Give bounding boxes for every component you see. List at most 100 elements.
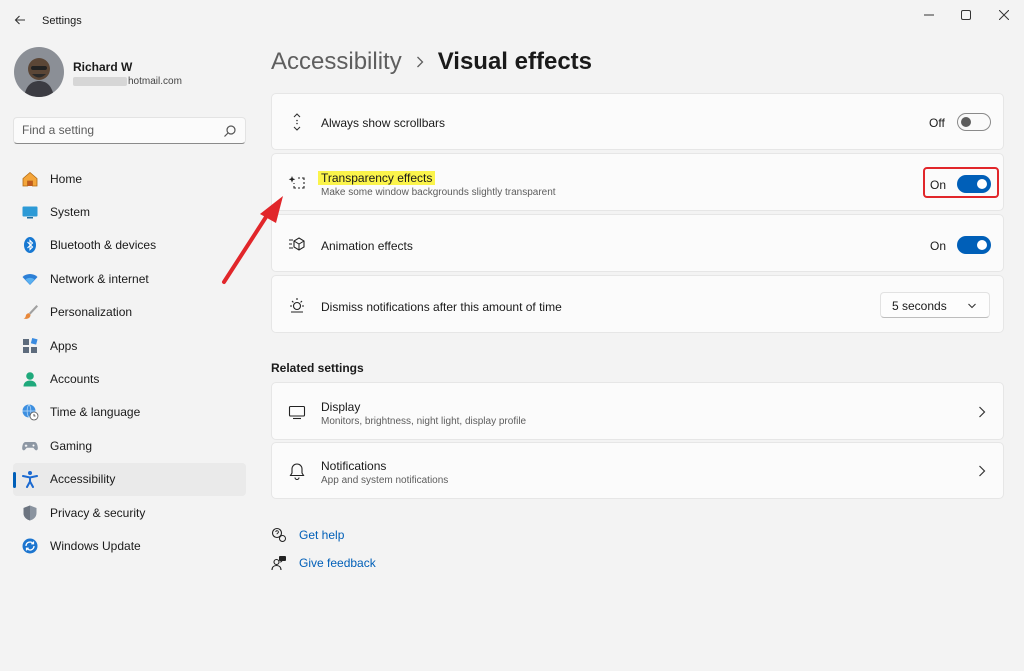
help-icon: [271, 527, 287, 543]
sidebar-item-personalization[interactable]: Personalization: [13, 296, 246, 329]
setting-title: Transparency effects: [318, 171, 436, 185]
give-feedback-text: Give feedback: [299, 556, 376, 570]
sidebar-item-system[interactable]: System: [13, 195, 246, 228]
get-help-link[interactable]: Get help: [271, 527, 344, 543]
setting-title: Animation effects: [321, 239, 413, 253]
breadcrumb-parent[interactable]: Accessibility: [271, 48, 402, 76]
email-domain: hotmail.com: [128, 76, 182, 87]
setting-title: Dismiss notifications after this amount …: [321, 300, 562, 314]
monitor-outline-icon: [288, 403, 306, 421]
feedback-icon: [271, 555, 287, 571]
update-icon: [21, 537, 39, 555]
chevron-right-icon: [977, 405, 987, 419]
shield-icon: [21, 504, 39, 522]
breadcrumb: Accessibility Visual effects: [271, 48, 592, 76]
sidebar-item-label: Privacy & security: [50, 505, 146, 520]
sidebar-item-label: Accounts: [50, 372, 100, 387]
bluetooth-icon: [21, 236, 39, 254]
sidebar-item-label: Gaming: [50, 438, 93, 453]
sidebar-item-bluetooth[interactable]: Bluetooth & devices: [13, 229, 246, 262]
sidebar-item-accounts[interactable]: Accounts: [13, 362, 246, 395]
brightness-icon: [288, 296, 306, 314]
chevron-right-icon: [416, 56, 424, 68]
animation-icon: [288, 235, 306, 253]
related-subtitle: Monitors, brightness, night light, displ…: [321, 416, 527, 427]
maximize-button[interactable]: [948, 4, 984, 26]
chevron-right-icon: [977, 464, 987, 478]
annotation-box: [923, 167, 999, 198]
related-title: Notifications: [321, 459, 387, 473]
home-icon: [21, 170, 39, 188]
animation-toggle[interactable]: [957, 236, 991, 254]
globe-clock-icon: [21, 403, 39, 421]
user-profile[interactable]: Richard W hotmail.com: [14, 47, 254, 99]
sidebar-item-label: Windows Update: [50, 538, 141, 553]
toggle-state-label: On: [930, 239, 947, 253]
annotation-highlight: Transparency effects: [318, 171, 436, 185]
sidebar-item-label: Apps: [50, 338, 78, 353]
user-email: hotmail.com: [73, 76, 182, 87]
scrollbars-toggle[interactable]: [957, 113, 991, 131]
related-notifications[interactable]: Notifications App and system notificatio…: [271, 442, 1004, 499]
setting-subtitle: Make some window backgrounds slightly tr…: [321, 187, 556, 198]
back-button[interactable]: [10, 10, 30, 30]
sidebar-item-gaming[interactable]: Gaming: [13, 429, 246, 462]
setting-animation: Animation effects On: [271, 214, 1004, 272]
bell-icon: [288, 462, 306, 480]
account-icon: [21, 370, 39, 388]
sidebar-item-label: Home: [50, 171, 83, 186]
close-button[interactable]: [986, 4, 1022, 26]
toggle-state-label: Off: [929, 116, 945, 130]
sidebar-item-home[interactable]: Home: [13, 162, 246, 195]
app-title: Settings: [42, 15, 82, 27]
sidebar-item-label: Accessibility: [50, 472, 116, 487]
minimize-button[interactable]: [911, 4, 947, 26]
toggle-knob: [977, 240, 987, 250]
sidebar-item-label: System: [50, 205, 91, 220]
sidebar-nav: Home System Bluetooth & devices Network …: [13, 162, 246, 563]
give-feedback-link[interactable]: Give feedback: [271, 555, 376, 571]
setting-title: Always show scrollbars: [321, 116, 446, 130]
toggle-knob: [961, 117, 971, 127]
sidebar-item-network[interactable]: Network & internet: [13, 262, 246, 295]
sidebar-item-time-language[interactable]: Time & language: [13, 396, 246, 429]
page-title: Visual effects: [437, 48, 593, 75]
maximize-icon: [961, 10, 971, 20]
notification-timeout-dropdown[interactable]: 5 seconds: [880, 292, 990, 318]
gamepad-icon: [21, 437, 39, 455]
related-display[interactable]: Display Monitors, brightness, night ligh…: [271, 382, 1004, 440]
related-settings-heading: Related settings: [271, 361, 364, 375]
search-icon[interactable]: [223, 124, 237, 138]
sidebar-item-apps[interactable]: Apps: [13, 329, 246, 362]
sidebar-item-privacy[interactable]: Privacy & security: [13, 496, 246, 529]
search-box: [13, 117, 246, 144]
sidebar-item-label: Bluetooth & devices: [50, 238, 157, 253]
wifi-icon: [21, 270, 39, 288]
get-help-text: Get help: [299, 528, 345, 542]
monitor-icon: [21, 203, 39, 221]
scrollbar-icon: [288, 113, 306, 131]
transparency-icon: [288, 174, 306, 192]
dropdown-value: 5 seconds: [892, 299, 947, 313]
sidebar-item-label: Time & language: [50, 405, 141, 420]
brush-icon: [21, 303, 39, 321]
sidebar-item-accessibility[interactable]: Accessibility: [13, 462, 246, 496]
sidebar-item-label: Network & internet: [50, 271, 149, 286]
close-icon: [999, 10, 1009, 20]
related-subtitle: App and system notifications: [321, 475, 449, 486]
sidebar-item-label: Personalization: [50, 305, 133, 320]
email-redaction: [73, 77, 127, 86]
avatar: [14, 47, 64, 97]
chevron-down-icon: [968, 303, 976, 309]
minimize-icon: [924, 14, 934, 16]
accessibility-icon: [21, 470, 39, 489]
sidebar-item-windows-update[interactable]: Windows Update: [13, 529, 246, 562]
back-arrow-icon: [14, 15, 25, 25]
user-name: Richard W: [73, 60, 133, 74]
title-bar: Settings: [0, 0, 1024, 40]
setting-scrollbars: Always show scrollbars Off: [271, 93, 1004, 150]
related-title: Display: [321, 400, 361, 414]
search-input[interactable]: [22, 123, 217, 137]
setting-transparency: Transparency effects Make some window ba…: [271, 153, 1004, 211]
apps-icon: [21, 337, 39, 355]
